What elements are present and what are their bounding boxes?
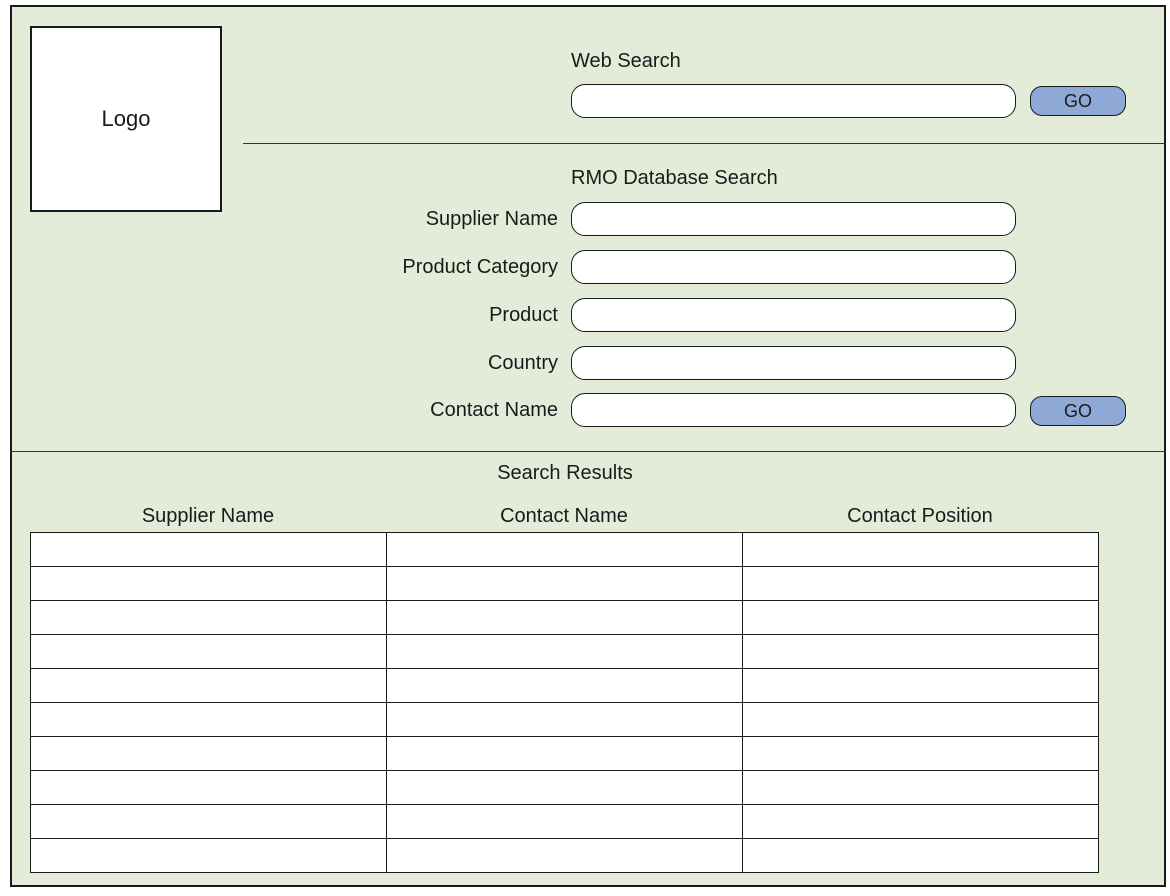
product-category-field[interactable] <box>571 250 1016 284</box>
table-cell <box>30 804 387 839</box>
web-search-go-button[interactable]: GO <box>1030 86 1126 116</box>
table-row[interactable] <box>30 736 1099 771</box>
web-search-input[interactable] <box>571 84 1016 118</box>
table-cell <box>386 532 743 567</box>
column-header-contact-name: Contact Name <box>500 505 628 527</box>
table-row[interactable] <box>30 804 1099 839</box>
table-row[interactable] <box>30 702 1099 737</box>
table-cell <box>30 566 387 601</box>
table-cell <box>386 838 743 873</box>
table-cell <box>386 668 743 703</box>
table-cell <box>30 702 387 737</box>
table-cell <box>386 736 743 771</box>
supplier-name-label: Supplier Name <box>425 208 558 230</box>
logo-text: Logo <box>101 106 151 131</box>
web-search-title: Web Search <box>571 50 681 72</box>
table-cell <box>386 804 743 839</box>
table-cell <box>742 804 1099 839</box>
table-cell <box>386 634 743 669</box>
country-label: Country <box>487 352 558 374</box>
logo: Logo <box>30 26 222 212</box>
table-row[interactable] <box>30 668 1099 703</box>
results-table <box>30 532 1099 873</box>
table-row[interactable] <box>30 770 1099 805</box>
table-cell <box>386 770 743 805</box>
table-cell <box>30 838 387 873</box>
table-cell <box>742 770 1099 805</box>
table-cell <box>742 566 1099 601</box>
table-cell <box>386 566 743 601</box>
table-row[interactable] <box>30 532 1099 567</box>
product-category-label: Product Category <box>402 256 558 278</box>
table-row[interactable] <box>30 634 1099 669</box>
table-row[interactable] <box>30 600 1099 635</box>
results-title: Search Results <box>497 462 633 484</box>
supplier-name-field[interactable] <box>571 202 1016 236</box>
product-label: Product <box>489 304 558 326</box>
table-cell <box>742 838 1099 873</box>
contact-name-label: Contact Name <box>430 399 558 421</box>
table-cell <box>30 668 387 703</box>
results-divider <box>10 451 1166 452</box>
column-header-contact-position: Contact Position <box>847 505 993 527</box>
table-cell <box>742 532 1099 567</box>
table-cell <box>386 600 743 635</box>
table-row[interactable] <box>30 838 1099 873</box>
table-row[interactable] <box>30 566 1099 601</box>
table-cell <box>30 634 387 669</box>
db-search-go-button[interactable]: GO <box>1030 396 1126 426</box>
table-cell <box>742 668 1099 703</box>
table-cell <box>742 736 1099 771</box>
contact-name-field[interactable] <box>571 393 1016 427</box>
section-divider <box>243 143 1166 144</box>
table-cell <box>30 736 387 771</box>
table-cell <box>30 600 387 635</box>
product-field[interactable] <box>571 298 1016 332</box>
db-search-title: RMO Database Search <box>571 167 778 189</box>
table-cell <box>742 702 1099 737</box>
table-cell <box>742 600 1099 635</box>
table-cell <box>30 532 387 567</box>
column-header-supplier-name: Supplier Name <box>141 505 275 527</box>
country-field[interactable] <box>571 346 1016 380</box>
table-cell <box>30 770 387 805</box>
table-cell <box>742 634 1099 669</box>
table-cell <box>386 702 743 737</box>
